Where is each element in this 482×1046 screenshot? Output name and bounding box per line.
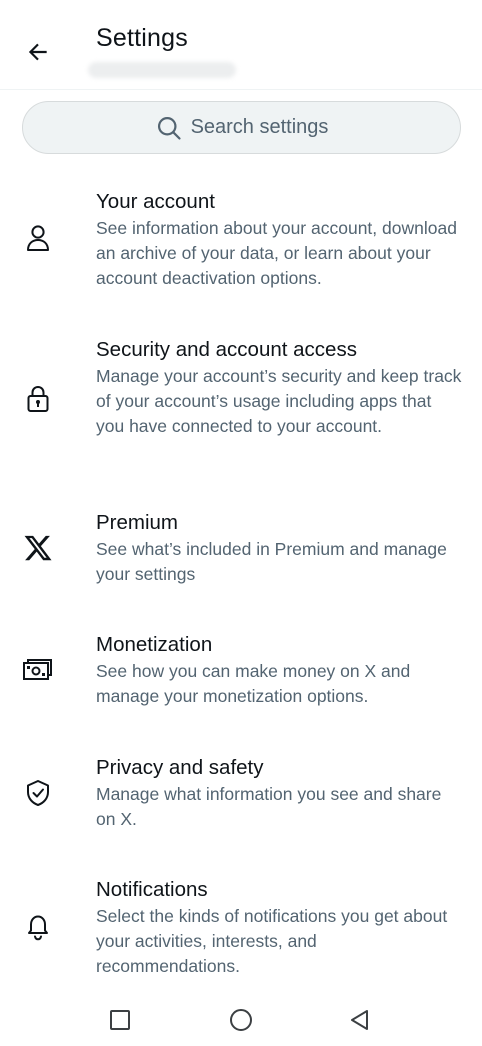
settings-item-notifications[interactable]: Notifications Select the kinds of notifi… [0, 877, 482, 987]
arrow-left-icon [28, 43, 47, 61]
item-description: Select the kinds of notifications you ge… [96, 906, 448, 976]
settings-item-premium[interactable]: Premium See what’s included in Premium a… [0, 510, 482, 595]
item-title: Your account [96, 190, 215, 213]
search-icon [157, 116, 181, 140]
item-title: Security and account access [96, 338, 357, 361]
square-icon [110, 1010, 130, 1030]
lock-icon [20, 381, 56, 417]
item-description: Manage what information you see and shar… [96, 784, 442, 829]
home-button[interactable] [221, 1000, 261, 1040]
shield-check-icon [20, 775, 56, 811]
item-description: See how you can make money on X and mana… [96, 661, 411, 706]
item-description: See information about your account, down… [96, 218, 457, 288]
settings-item-security[interactable]: Security and account access Manage your … [0, 337, 482, 472]
recents-button[interactable] [100, 1000, 140, 1040]
item-title: Monetization [96, 633, 213, 656]
settings-item-your-account[interactable]: Your account See information about your … [0, 189, 482, 299]
page-title: Settings [96, 24, 188, 52]
settings-item-privacy[interactable]: Privacy and safety Manage what informati… [0, 755, 482, 840]
back-button[interactable] [18, 32, 58, 72]
search-placeholder: Search settings [190, 116, 329, 138]
system-back-button[interactable] [340, 1000, 380, 1040]
bell-icon [20, 909, 56, 945]
triangle-back-icon [351, 1010, 368, 1030]
circle-icon [230, 1009, 252, 1031]
item-title: Premium [96, 511, 179, 534]
item-description: Manage your account’s security and keep … [96, 366, 462, 436]
item-title: Notifications [96, 878, 208, 901]
system-navigation-bar [0, 990, 482, 1046]
search-input[interactable]: Search settings [22, 101, 461, 154]
header: Settings [0, 0, 482, 90]
settings-item-monetization[interactable]: Monetization See how you can make money … [0, 632, 482, 717]
person-icon [20, 221, 56, 257]
account-handle-redacted [88, 62, 236, 78]
item-description: See what’s included in Premium and manag… [96, 539, 447, 584]
item-title: Privacy and safety [96, 756, 264, 779]
x-logo-icon [20, 530, 56, 566]
money-icon [20, 652, 56, 688]
